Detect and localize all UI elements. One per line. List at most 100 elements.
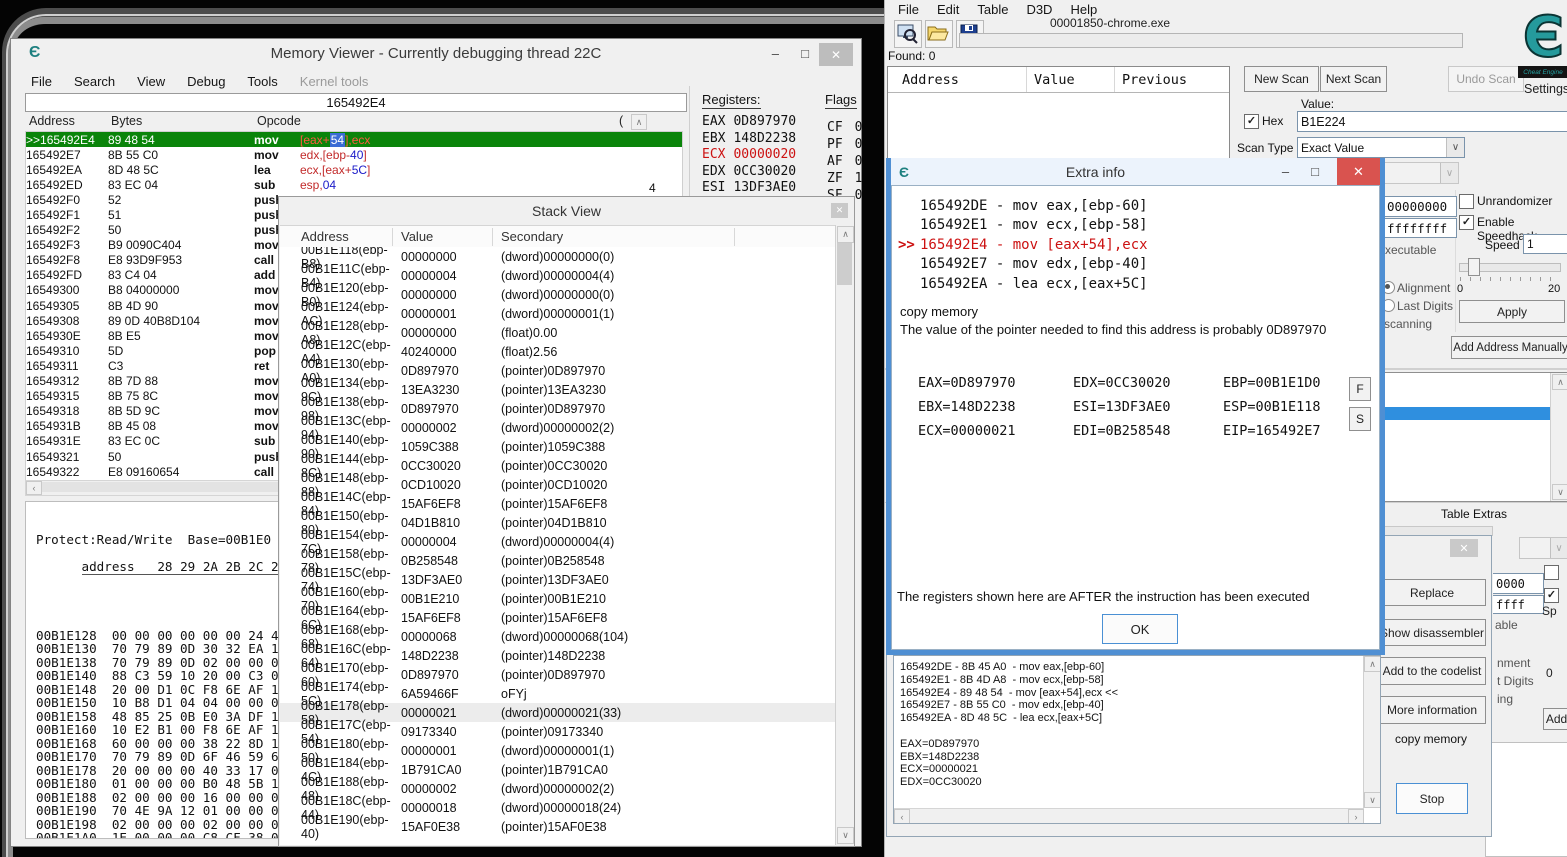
scroll-right-icon[interactable]: › xyxy=(1348,809,1364,824)
slider-max-label: 20 xyxy=(1548,283,1560,295)
settings-link[interactable]: Settings xyxy=(1524,82,1567,96)
flag-row[interactable]: CF0 xyxy=(827,120,867,137)
value-input[interactable]: B1E224 xyxy=(1297,111,1567,132)
stack-view-close-icon[interactable]: ✕ xyxy=(831,203,848,218)
stop-button[interactable]: Stop xyxy=(1396,783,1468,814)
scrollbar-thumb[interactable] xyxy=(837,243,852,285)
screen: FileEditTableD3DHelp 00001850-chrome.exe… xyxy=(0,0,1567,857)
apply-button[interactable]: Apply xyxy=(1459,300,1565,323)
background-checkbox-fragment xyxy=(1544,565,1559,580)
extra-info-titlebar[interactable]: Є Extra info – □ ✕ xyxy=(891,158,1380,185)
add-address-manually-button[interactable]: Add Address Manually xyxy=(1451,336,1567,359)
maximize-icon[interactable]: □ xyxy=(801,46,809,61)
disasm-row[interactable]: 165492EA8D 48 5Cleaecx,[eax+5C] xyxy=(26,162,682,177)
memory-viewer-menu-item[interactable]: Kernel tools xyxy=(300,74,369,89)
memory-viewer-menu-item[interactable]: Tools xyxy=(247,74,277,89)
register-row[interactable]: EDX0CC30020 xyxy=(702,164,822,181)
hex-checkbox[interactable]: ✓ xyxy=(1244,114,1259,129)
unrandomizer-checkbox[interactable] xyxy=(1459,194,1474,209)
undo-scan-button[interactable]: Undo Scan xyxy=(1448,66,1524,92)
disassembler-address-bar[interactable]: 165492E4 xyxy=(25,93,687,112)
writes-opcode-line[interactable]: 165492EA - 8D 48 5C - lea ecx,[eax+5C] xyxy=(900,712,1360,725)
float-button[interactable]: F xyxy=(1349,377,1371,401)
next-scan-button[interactable]: Next Scan xyxy=(1320,66,1387,92)
stack-row[interactable]: 00B1E190(ebp-40)15AF0E38(pointer)15AF0E3… xyxy=(280,817,836,836)
writes-opcode-line[interactable]: 165492E1 - 8B 4D A8 - mov ecx,[ebp-58] xyxy=(900,674,1360,687)
writes-opcode-line[interactable]: EBX=148D2238 xyxy=(900,751,1360,764)
replace-button[interactable]: Replace xyxy=(1378,579,1486,606)
cheat-engine-gear-icon: Є xyxy=(899,164,909,180)
main-menu-item[interactable]: Edit xyxy=(937,2,959,17)
speed-input[interactable]: 1 xyxy=(1523,234,1567,254)
speedhack-checkbox[interactable]: ✓ xyxy=(1459,215,1474,230)
flag-row[interactable]: ZF1 xyxy=(827,171,867,188)
scanning-label-fragment: scanning xyxy=(1384,317,1432,331)
speed-slider-thumb[interactable] xyxy=(1468,258,1480,276)
writes-opcode-line[interactable]: 165492DE - 8B 45 A0 - mov eax,[ebp-60] xyxy=(900,661,1360,674)
address-list-scrollbar[interactable]: ∧ ∨ xyxy=(1550,373,1567,501)
writes-list-hscrollbar[interactable]: ‹ › xyxy=(894,808,1364,823)
writes-opcode-line[interactable]: EDX=0CC30020 xyxy=(900,776,1360,789)
maximize-icon[interactable]: □ xyxy=(1311,164,1319,179)
writes-opcode-line[interactable]: ECX=00000021 xyxy=(900,763,1360,776)
cheat-engine-logo-icon: Є xyxy=(1519,4,1567,66)
main-menu-item[interactable]: Help xyxy=(1070,2,1097,17)
minimize-icon[interactable]: – xyxy=(1282,164,1289,179)
scroll-up-icon[interactable]: ∧ xyxy=(837,226,854,243)
stack-view-scrollbar[interactable]: ∧ ∨ xyxy=(835,225,853,845)
flag-row[interactable]: PF0 xyxy=(827,137,867,154)
memory-viewer-menu-item[interactable]: File xyxy=(31,74,52,89)
add-to-codelist-button[interactable]: Add to the codelist xyxy=(1378,657,1486,685)
scroll-left-icon[interactable]: ‹ xyxy=(894,809,910,824)
main-menu-item[interactable]: File xyxy=(898,2,919,17)
writes-list-vscrollbar[interactable]: ∧ ∨ xyxy=(1363,656,1380,808)
scroll-left-icon[interactable]: ‹ xyxy=(26,481,42,495)
memory-viewer-menu-item[interactable]: Search xyxy=(74,74,115,89)
close-icon[interactable]: ✕ xyxy=(1337,158,1380,185)
flag-row[interactable]: AF0 xyxy=(827,154,867,171)
minimize-icon[interactable]: – xyxy=(772,46,779,61)
register-row[interactable]: ESI13DF3AE0 xyxy=(702,180,822,197)
main-menu-item[interactable]: D3D xyxy=(1026,2,1052,17)
scroll-up-icon[interactable]: ∧ xyxy=(1552,374,1567,390)
disasm-row[interactable]: >>165492E489 48 54mov[eax+54],ecx xyxy=(26,132,682,147)
svg-text:Є: Є xyxy=(1523,5,1564,66)
ok-button[interactable]: OK xyxy=(1102,614,1178,644)
background-zero-fragment: 0 xyxy=(1546,666,1553,680)
memory-viewer-menubar: File Search View Debug Tools Kernel tools xyxy=(31,72,368,90)
show-disassembler-button[interactable]: Show disassembler xyxy=(1378,619,1486,646)
scroll-down-icon[interactable]: ∨ xyxy=(1364,792,1381,808)
writes-opcode-list[interactable]: 165492DE - 8B 45 A0 - mov eax,[ebp-60]16… xyxy=(893,655,1381,824)
scan-type-dropdown[interactable]: Exact Value ∨ xyxy=(1297,137,1465,158)
writes-opcode-line[interactable]: 165492E4 - 89 48 54 - mov [eax+54],ecx <… xyxy=(900,687,1360,700)
writes-opcode-line[interactable] xyxy=(900,725,1360,738)
register-row[interactable]: EAX0D897970 xyxy=(702,114,822,131)
scroll-down-icon[interactable]: ∨ xyxy=(837,827,854,844)
scan-start-input[interactable]: 00000000 xyxy=(1384,196,1457,217)
disasm-scroll-up-icon[interactable]: ∧ xyxy=(631,114,647,130)
background-scanning-fragment: ing xyxy=(1497,692,1513,706)
more-information-button[interactable]: More information xyxy=(1378,696,1486,724)
register-row[interactable]: ECX00000020 xyxy=(702,147,822,164)
disasm-row[interactable]: 165492E78B 55 C0movedx,[ebp-40] xyxy=(26,147,682,162)
scroll-up-icon[interactable]: ∧ xyxy=(1364,656,1381,672)
register-row[interactable]: EBX148D2238 xyxy=(702,131,822,148)
stack-view-titlebar[interactable]: Stack View xyxy=(279,197,854,225)
stack-button[interactable]: S xyxy=(1349,407,1371,431)
memory-viewer-menu-item[interactable]: Debug xyxy=(187,74,225,89)
scan-type-dropdown-arrow-icon[interactable]: ∨ xyxy=(1446,138,1464,157)
main-menu-item[interactable]: Table xyxy=(977,2,1008,17)
writes-opcode-line[interactable]: 165492E7 - 8B 55 C0 - mov edx,[ebp-40] xyxy=(900,699,1360,712)
found-list-header: Address Value Previous xyxy=(888,67,1229,93)
scroll-down-icon[interactable]: ∨ xyxy=(1552,484,1567,500)
disasm-row[interactable]: 165492ED83 EC 04subesp,04 xyxy=(26,177,682,192)
memory-viewer-menu-item[interactable]: View xyxy=(137,74,165,89)
writes-window-close-icon[interactable]: ✕ xyxy=(1450,539,1478,557)
memory-viewer-titlebar[interactable]: Memory Viewer - Currently debugging thre… xyxy=(11,39,861,69)
new-scan-button[interactable]: New Scan xyxy=(1244,66,1319,92)
extra-info-register: ESP=00B1E118 xyxy=(1223,399,1339,415)
background-stop-input-fragment: ffff xyxy=(1493,595,1544,614)
writes-opcode-line[interactable]: EAX=0D897970 xyxy=(900,738,1360,751)
scan-stop-input[interactable]: ffffffff xyxy=(1384,218,1457,238)
close-icon[interactable]: ✕ xyxy=(819,43,853,66)
